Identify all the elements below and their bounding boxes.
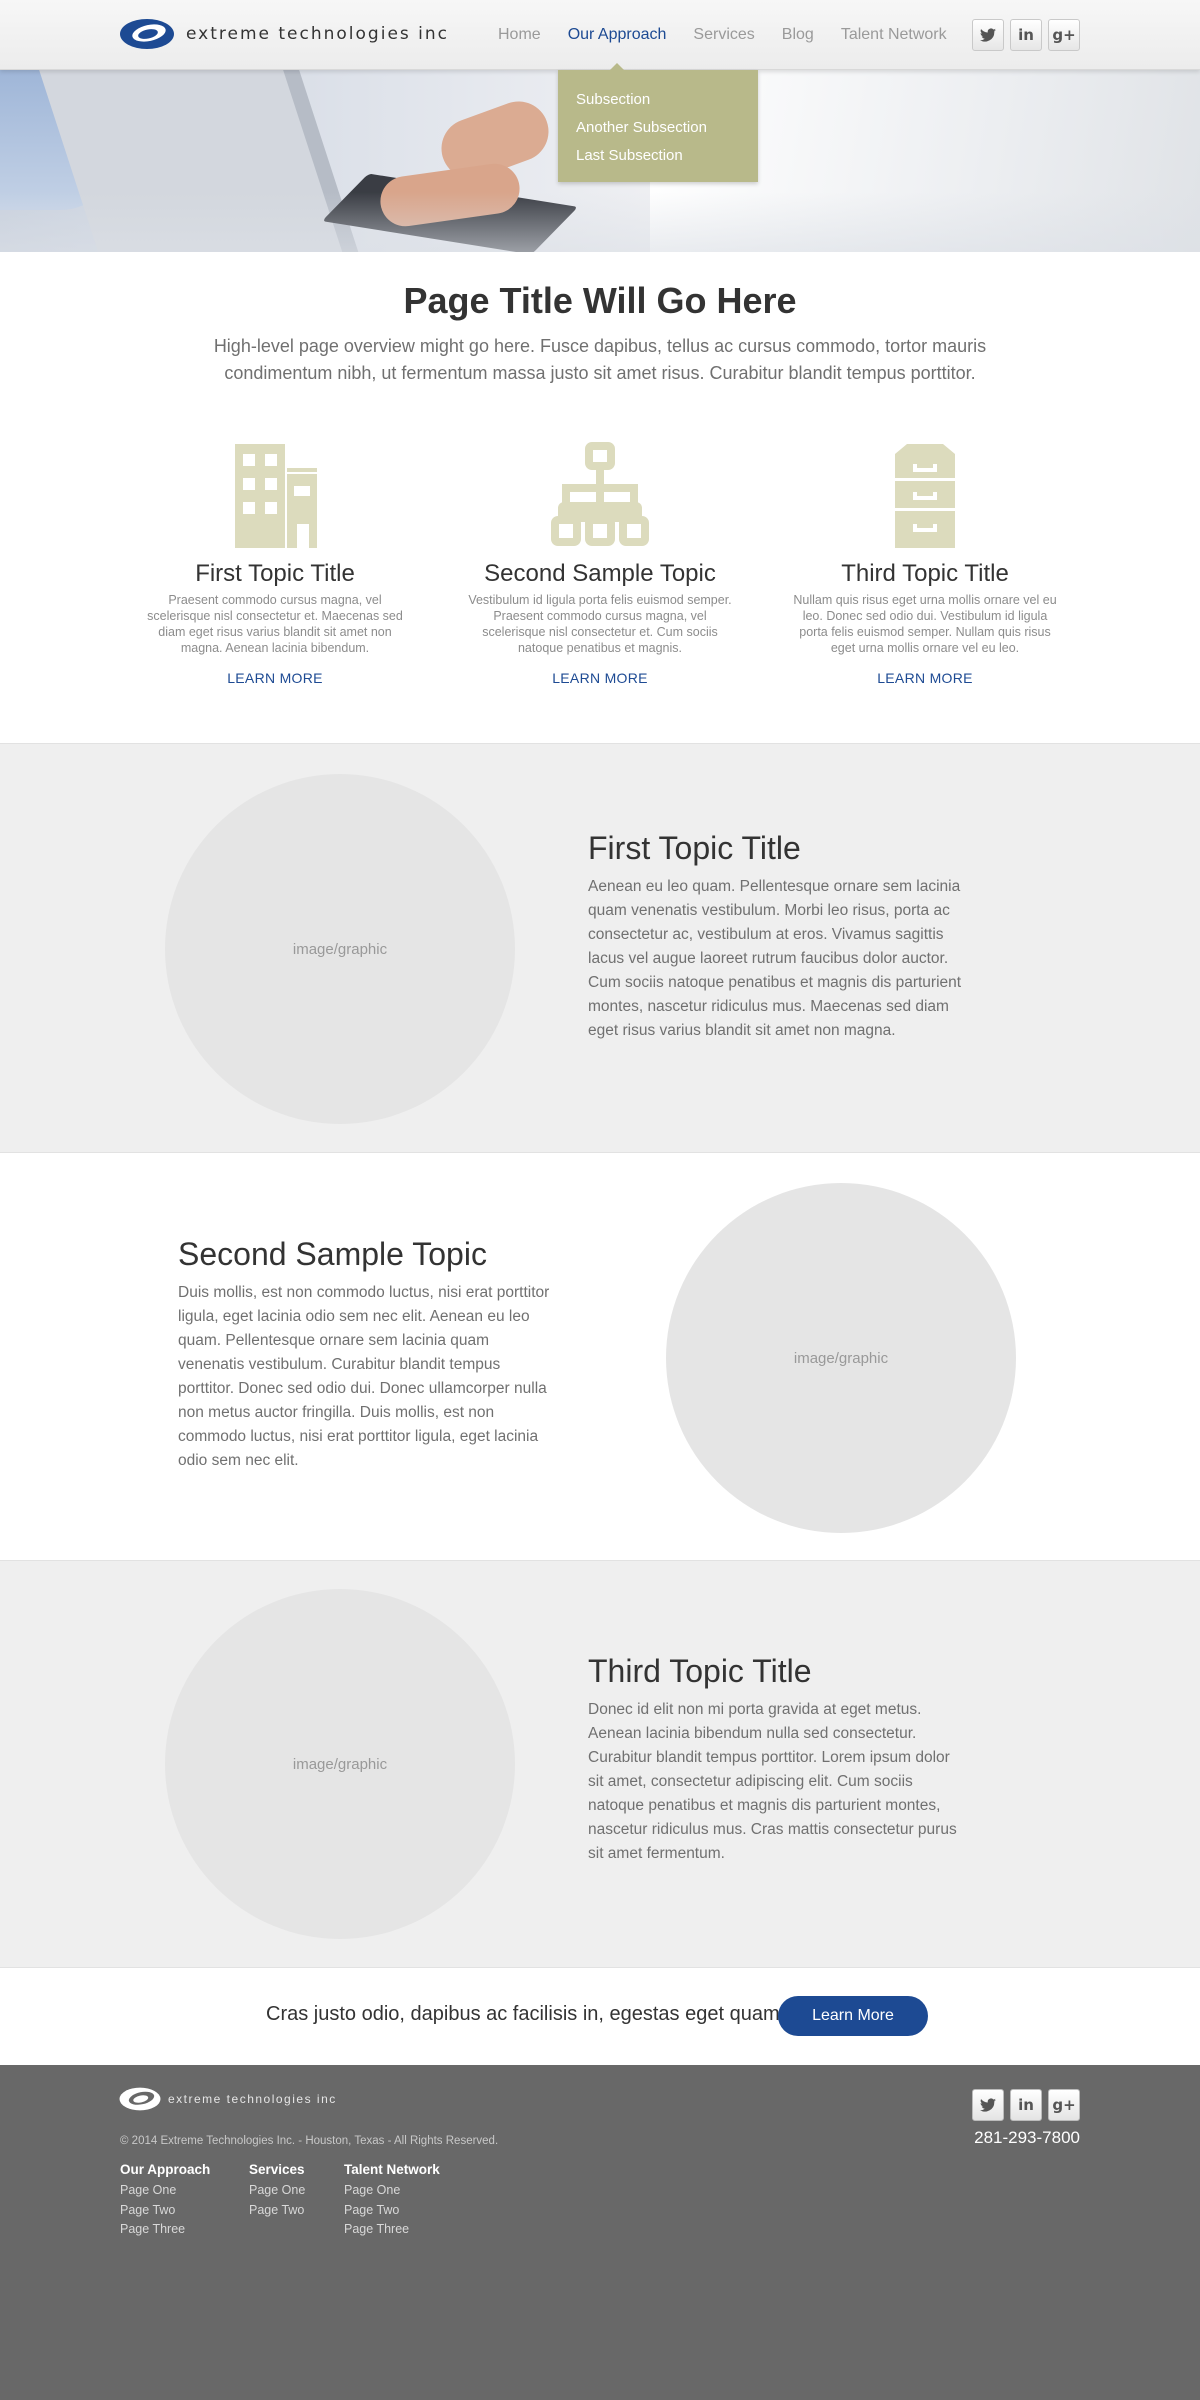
image-placeholder: image/graphic <box>165 774 515 1124</box>
phone-number: 281-293-7800 <box>974 2128 1080 2147</box>
nav-services[interactable]: Services <box>693 26 754 44</box>
page-intro: High-level page overview might go here. … <box>213 336 987 383</box>
twitter-icon[interactable] <box>972 19 1004 51</box>
topic-column-1: First Topic Title Praesent commodo cursu… <box>135 440 415 688</box>
brand-name: extreme technologies inc <box>186 24 450 44</box>
feature-band-2: Second Sample Topic Duis mollis, est non… <box>0 1152 1200 1560</box>
nav-our-approach[interactable]: Our Approach <box>568 26 667 44</box>
feature-content: Second Sample Topic Duis mollis, est non… <box>178 1236 558 1473</box>
logo[interactable]: extreme technologies inc <box>118 16 449 52</box>
feature-text: Aenean eu leo quam. Pellentesque ornare … <box>588 878 962 1039</box>
footer-column-title: Services <box>249 2162 305 2177</box>
linkedin-icon[interactable]: in <box>1010 19 1042 51</box>
footer-link[interactable]: Page Two <box>249 2201 305 2221</box>
twitter-icon[interactable] <box>972 2089 1004 2121</box>
topic-column-3: Third Topic Title Nullam quis risus eget… <box>785 440 1065 688</box>
learn-more-link[interactable]: LEARN MORE <box>877 670 973 686</box>
header-social-links: in g+ <box>966 19 1080 51</box>
footer-column-services: Services Page One Page Two <box>249 2162 305 2220</box>
footer-link[interactable]: Page Three <box>120 2220 210 2240</box>
feature-band-3: image/graphic Third Topic Title Donec id… <box>0 1560 1200 1967</box>
our-approach-dropdown: Subsection Another Subsection Last Subse… <box>558 63 758 182</box>
dropdown-caret <box>610 63 624 70</box>
learn-more-button[interactable]: Learn More <box>778 1996 928 2036</box>
dropdown-item-subsection[interactable]: Subsection <box>576 86 740 114</box>
learn-more-link[interactable]: LEARN MORE <box>227 670 323 686</box>
logo-swirl-icon <box>120 19 174 49</box>
topic-column-2: Second Sample Topic Vestibulum id ligula… <box>460 440 740 688</box>
cta-bar: Cras justo odio, dapibus ac facilisis in… <box>0 1967 1200 2065</box>
site-footer: extreme technologies inc © 2014 Extreme … <box>0 2065 1200 2400</box>
footer-link[interactable]: Page One <box>120 2181 210 2201</box>
feature-text: Duis mollis, est non commodo luctus, nis… <box>178 1284 550 1469</box>
main-nav: Home Our Approach Services Blog Talent N… <box>498 0 974 70</box>
feature-band-1: image/graphic First Topic Title Aenean e… <box>0 743 1200 1152</box>
nav-home[interactable]: Home <box>498 26 541 44</box>
footer-link[interactable]: Page Two <box>120 2201 210 2221</box>
hero-shade <box>0 192 1200 252</box>
google-plus-icon[interactable]: g+ <box>1048 19 1080 51</box>
footer-link[interactable]: Page One <box>249 2181 305 2201</box>
building-icon <box>235 444 317 548</box>
footer-column-title: Our Approach <box>120 2162 211 2177</box>
topic-title: Third Topic Title <box>841 560 1009 587</box>
topic-text: Vestibulum id ligula porta felis euismod… <box>468 593 732 655</box>
footer-link[interactable]: Page Three <box>344 2220 440 2240</box>
file-cabinet-icon <box>895 444 955 548</box>
feature-text: Donec id elit non mi porta gravida at eg… <box>588 1701 957 1862</box>
image-placeholder: image/graphic <box>666 1183 1016 1533</box>
footer-column-talent-network: Talent Network Page One Page Two Page Th… <box>344 2162 440 2240</box>
dropdown-item-another-subsection[interactable]: Another Subsection <box>576 114 740 142</box>
topic-title: Second Sample Topic <box>484 560 716 587</box>
google-plus-icon[interactable]: g+ <box>1048 2089 1080 2121</box>
topic-text: Nullam quis risus eget urna mollis ornar… <box>793 593 1057 655</box>
feature-title: Third Topic Title <box>588 1653 812 1689</box>
dropdown-item-last-subsection[interactable]: Last Subsection <box>576 142 740 170</box>
linkedin-icon[interactable]: in <box>1010 2089 1042 2121</box>
topic-title: First Topic Title <box>195 560 355 587</box>
logo-swirl-icon <box>119 2087 161 2111</box>
footer-link[interactable]: Page One <box>344 2181 440 2201</box>
nav-blog[interactable]: Blog <box>782 26 814 44</box>
footer-column-title: Talent Network <box>344 2162 440 2177</box>
cta-text: Cras justo odio, dapibus ac facilisis in… <box>266 2003 786 2025</box>
image-placeholder: image/graphic <box>165 1589 515 1939</box>
feature-content: Third Topic Title Donec id elit non mi p… <box>588 1653 968 1866</box>
page-title: Page Title Will Go Here <box>403 280 797 321</box>
footer-column-our-approach: Our Approach Page One Page Two Page Thre… <box>120 2162 210 2240</box>
feature-title: Second Sample Topic <box>178 1236 487 1272</box>
copyright-text: © 2014 Extreme Technologies Inc. - Houst… <box>120 2135 499 2147</box>
learn-more-link[interactable]: LEARN MORE <box>552 670 648 686</box>
org-chart-icon <box>551 442 649 546</box>
feature-title: First Topic Title <box>588 830 801 866</box>
footer-social-links: in g+ <box>966 2089 1080 2121</box>
footer-link[interactable]: Page Two <box>344 2201 440 2221</box>
footer-logo[interactable]: extreme technologies inc <box>118 2085 337 2113</box>
footer-brand-name: extreme technologies inc <box>168 2092 337 2106</box>
topic-text: Praesent commodo cursus magna, vel scele… <box>147 593 403 655</box>
nav-talent-network[interactable]: Talent Network <box>841 26 947 44</box>
feature-content: First Topic Title Aenean eu leo quam. Pe… <box>588 830 968 1043</box>
site-header: extreme technologies inc Home Our Approa… <box>0 0 1200 70</box>
